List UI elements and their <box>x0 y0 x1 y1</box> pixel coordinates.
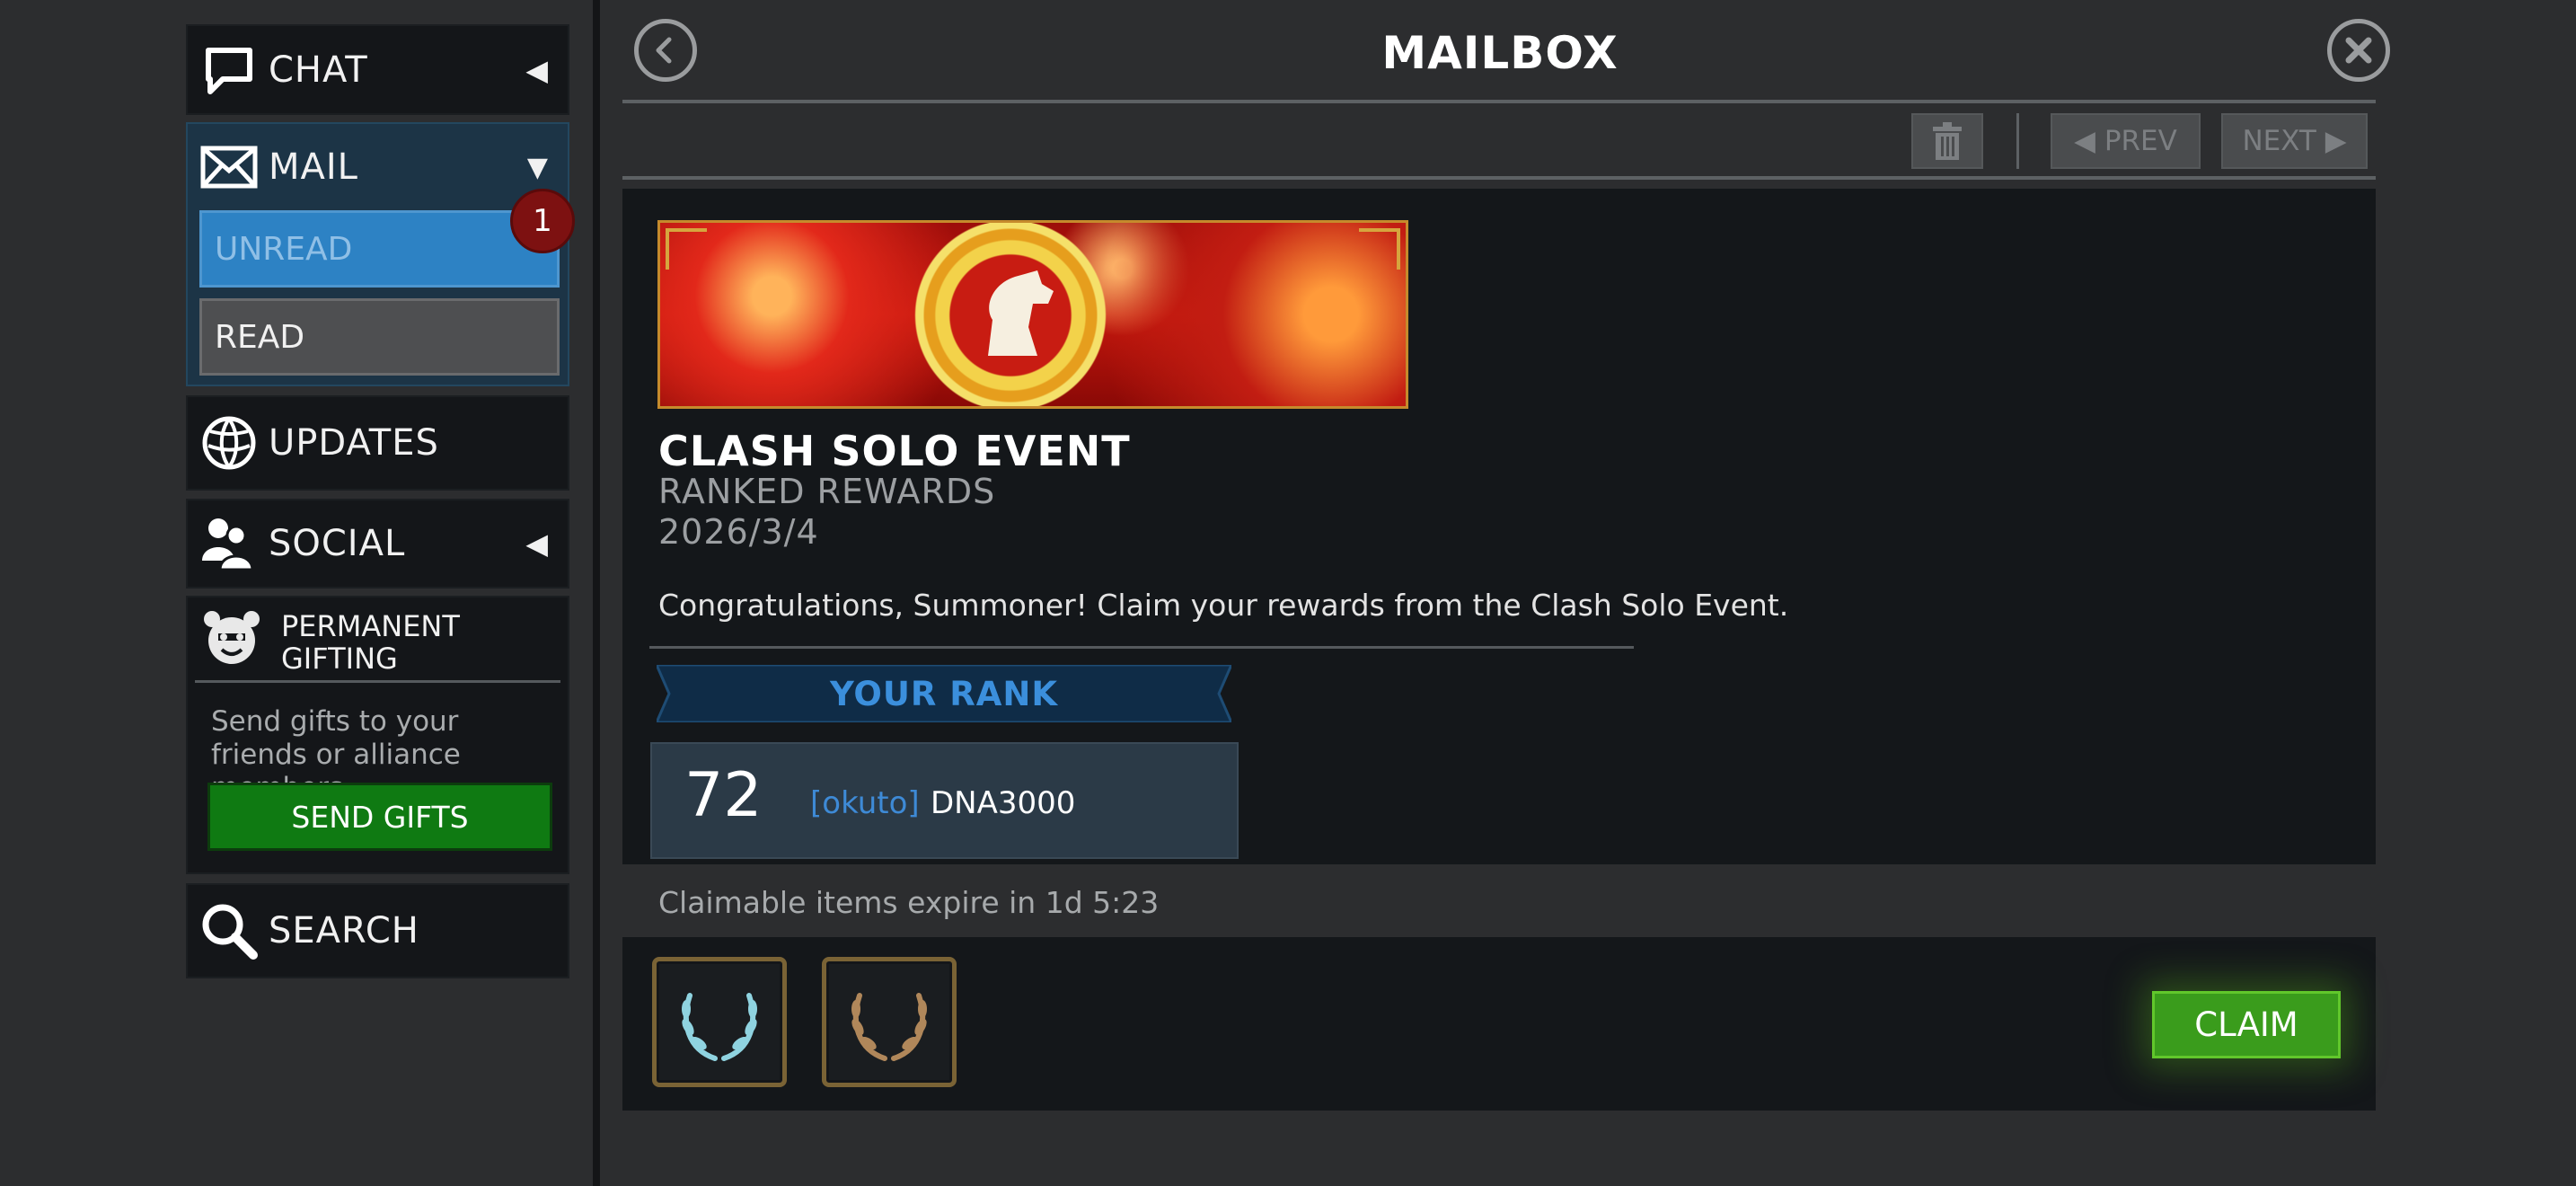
next-button[interactable]: NEXT ▶ <box>2221 113 2368 169</box>
mail-body: Congratulations, Summoner! Claim your re… <box>658 588 1789 623</box>
prev-button[interactable]: ◀ PREV <box>2051 113 2201 169</box>
sidebar-item-label: UPDATES <box>269 422 439 464</box>
trash-icon <box>1933 122 1962 160</box>
rank-number: 72 <box>684 760 763 831</box>
gifting-title-line1: PERMANENT <box>281 609 460 643</box>
send-gifts-button[interactable]: SEND GIFTS <box>207 783 552 851</box>
mail-title: CLASH SOLO EVENT <box>658 427 1131 475</box>
permanent-gifting-panel: PERMANENT GIFTING Send gifts to your fri… <box>186 596 569 874</box>
gift-mascot-icon <box>200 606 263 673</box>
rank-heading-banner: YOUR RANK <box>657 665 1231 722</box>
mail-date: 2026/3/4 <box>658 512 819 552</box>
vertical-divider <box>593 0 600 1186</box>
envelope-icon <box>198 137 260 198</box>
speech-bubble-icon <box>198 40 260 101</box>
silver-laurel-icon <box>682 992 757 1061</box>
sidebar-item-chat[interactable]: CHAT ◀ <box>186 24 569 115</box>
banner-corner <box>1359 228 1400 270</box>
sidebar-item-mail[interactable]: MAIL ▼ UNREAD READ 1 <box>186 122 575 386</box>
expire-text: Claimable items expire in 1d 5:23 <box>658 885 1160 920</box>
chevron-left-icon: ◀ <box>525 52 548 87</box>
chevron-left-icon <box>656 37 672 64</box>
divider <box>195 680 560 683</box>
banner-corner <box>666 228 707 270</box>
mail-subtitle: RANKED REWARDS <box>658 472 996 511</box>
divider <box>622 100 2376 103</box>
horse-emblem-icon <box>903 223 1118 406</box>
sidebar-item-label: SEARCH <box>269 910 419 951</box>
unread-button[interactable]: UNREAD <box>199 210 560 288</box>
back-button[interactable] <box>634 19 697 82</box>
rank-row: 72 [okuto] DNA3000 <box>650 742 1239 859</box>
event-banner-image <box>657 220 1408 409</box>
player-name: DNA3000 <box>931 785 1076 821</box>
page-title: MAILBOX <box>1381 27 1619 79</box>
delete-button[interactable] <box>1911 113 1983 169</box>
unread-count-badge: 1 <box>510 189 575 253</box>
mail-header[interactable]: MAIL ▼ <box>188 124 568 210</box>
globe-icon <box>198 412 260 474</box>
sidebar-item-updates[interactable]: UPDATES <box>186 395 569 491</box>
people-icon <box>198 513 260 574</box>
reward-item[interactable] <box>822 957 957 1087</box>
sidebar-item-label: SOCIAL <box>269 523 406 564</box>
gifting-title: PERMANENT GIFTING <box>281 610 551 675</box>
rewards-panel: CLAIM <box>622 937 2376 1111</box>
chevron-left-icon: ◀ <box>525 527 548 561</box>
sidebar-item-label: MAIL <box>269 146 358 188</box>
claim-button[interactable]: CLAIM <box>2152 991 2341 1058</box>
mail-content: CLASH SOLO EVENT RANKED REWARDS 2026/3/4… <box>622 189 2376 864</box>
alliance-tag: [okuto] <box>810 785 920 821</box>
sidebar-item-label: CHAT <box>269 49 368 91</box>
rank-heading: YOUR RANK <box>829 674 1059 713</box>
read-button[interactable]: READ <box>199 298 560 376</box>
close-button[interactable] <box>2327 19 2390 82</box>
chevron-down-icon: ▼ <box>526 151 548 183</box>
divider <box>649 646 1634 649</box>
toolbar-separator <box>2016 113 2019 169</box>
sidebar-item-search[interactable]: SEARCH <box>186 883 569 978</box>
sidebar-item-social[interactable]: SOCIAL ◀ <box>186 499 569 589</box>
reward-item[interactable] <box>652 957 787 1087</box>
divider <box>622 176 2376 180</box>
close-icon <box>2345 37 2372 64</box>
gifting-title-line2: GIFTING <box>281 642 398 676</box>
search-icon <box>198 900 260 961</box>
bronze-laurel-icon <box>851 992 927 1061</box>
